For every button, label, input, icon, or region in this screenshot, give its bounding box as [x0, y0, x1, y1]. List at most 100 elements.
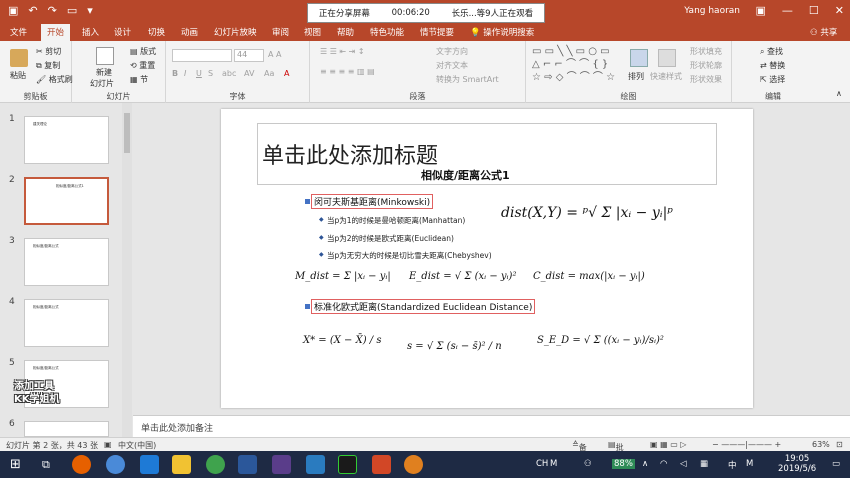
app-l-icon[interactable]	[106, 455, 125, 474]
font-color-icon[interactable]: A	[284, 69, 289, 78]
tab-help[interactable]: 帮助	[337, 26, 354, 38]
quick-styles-icon[interactable]	[658, 49, 676, 67]
tab-animations[interactable]: 动画	[181, 26, 198, 38]
slide-thumbnail-6[interactable]	[24, 421, 109, 437]
network-icon[interactable]: ▦	[700, 459, 708, 469]
pycharm-icon[interactable]	[338, 455, 357, 474]
zoom-slider[interactable]: − ———|——— +	[712, 440, 781, 449]
paste-icon[interactable]	[10, 49, 28, 67]
tab-home[interactable]: 开始	[41, 24, 71, 41]
ribbon-options-icon[interactable]: ▣	[756, 4, 766, 17]
wifi-icon[interactable]: ◠	[660, 459, 667, 469]
spellcheck-icon[interactable]: ▣	[104, 440, 112, 449]
tab-insert[interactable]: 插入	[82, 26, 99, 38]
edge-icon[interactable]	[140, 455, 159, 474]
new-slide-button[interactable]: 新建	[96, 67, 112, 78]
cut-button[interactable]: ✂ 剪切	[36, 46, 61, 57]
align-text-button[interactable]: 对齐文本	[436, 60, 468, 71]
file-explorer-icon[interactable]	[172, 455, 191, 474]
bullets-icon[interactable]: ☰ ☰ ⇤ ⇥ ↕	[320, 47, 365, 56]
slide-thumbnail-3[interactable]: 相似度/距离公式	[24, 238, 109, 286]
comments-toggle[interactable]: ▤ 批注	[608, 440, 624, 463]
notes-pane[interactable]: 单击此处添加备注	[133, 415, 850, 437]
scroll-thumb[interactable]	[124, 113, 130, 153]
app-purple-icon[interactable]	[272, 455, 291, 474]
strike-icon[interactable]: abc	[222, 69, 236, 78]
redo-icon[interactable]: ↷	[48, 4, 57, 17]
paste-button[interactable]: 粘贴	[10, 70, 26, 81]
maximize-icon[interactable]: ☐	[809, 4, 819, 17]
italic-icon[interactable]: I	[184, 69, 186, 78]
slide-thumbnail-4[interactable]: 相似度/距离公式	[24, 299, 109, 347]
replace-button[interactable]: ⇄ 替换	[760, 60, 785, 71]
arrange-icon[interactable]	[630, 49, 648, 67]
quick-styles-button[interactable]: 快速样式	[650, 71, 682, 82]
slide-thumbnail-2[interactable]: 相似度/距离公式1	[24, 177, 109, 225]
collapse-ribbon-icon[interactable]: ∧	[836, 89, 842, 98]
shape-fill-button[interactable]: 形状填充	[690, 46, 722, 57]
ime-mode-icon[interactable]: M	[746, 459, 753, 469]
close-icon[interactable]: ✕	[835, 4, 844, 17]
tray-arrow-icon[interactable]: ∧	[642, 459, 648, 469]
firefox-icon[interactable]	[72, 455, 91, 474]
clock[interactable]: 19:05 2019/5/6	[778, 454, 816, 474]
grow-font-icon[interactable]: A A	[268, 50, 282, 59]
tab-review[interactable]: 审阅	[272, 26, 289, 38]
chrome-icon[interactable]	[206, 455, 225, 474]
notes-toggle[interactable]: ≙ 备注	[572, 440, 587, 463]
thumbnails-scrollbar[interactable]	[122, 103, 132, 437]
user-name[interactable]: Yang haoran	[684, 6, 740, 16]
spacing-icon[interactable]: AV	[244, 69, 254, 78]
windows-start-icon[interactable]: ⊞	[10, 457, 21, 472]
find-button[interactable]: ⌕ 查找	[760, 46, 783, 57]
copy-button[interactable]: ⧉ 复制	[36, 60, 60, 71]
underline-icon[interactable]: U	[196, 69, 202, 78]
tab-features[interactable]: 特色功能	[370, 26, 404, 38]
view-buttons[interactable]: ▣ ▦ ▭ ▷	[650, 440, 686, 449]
new-slide-icon[interactable]	[96, 47, 114, 65]
people-icon[interactable]: ⚇	[584, 459, 592, 469]
slide-thumbnail-1[interactable]: 建关理论	[24, 116, 109, 164]
ime-icon[interactable]: M	[550, 459, 557, 469]
tab-view[interactable]: 视图	[304, 26, 321, 38]
language-tray[interactable]: 中	[728, 459, 737, 471]
app-blue-icon[interactable]	[306, 455, 325, 474]
customize-icon[interactable]: ▾	[87, 4, 93, 17]
smartart-button[interactable]: 转换为 SmartArt	[436, 74, 499, 85]
current-slide[interactable]: 单击此处添加标题 相似度/距离公式1 闵可夫斯基距离(Minkowski) ◆ …	[221, 109, 753, 408]
battery-indicator[interactable]: 88%	[612, 459, 635, 469]
tell-me-search[interactable]: 💡 操作说明搜索	[470, 26, 534, 38]
arrange-button[interactable]: 排列	[628, 71, 644, 82]
undo-icon[interactable]: ↶	[28, 4, 37, 17]
language-indicator[interactable]: 中文(中国)	[118, 440, 156, 451]
bold-icon[interactable]: B	[172, 69, 178, 78]
tab-design[interactable]: 设计	[114, 26, 131, 38]
save-icon[interactable]: ▣	[8, 4, 18, 17]
font-name-combo[interactable]	[172, 49, 232, 62]
select-button[interactable]: ⇱ 选择	[760, 74, 785, 85]
layout-button[interactable]: ▤ 版式	[130, 46, 156, 57]
format-painter-button[interactable]: 🖌 格式刷	[36, 74, 73, 85]
fit-slide-icon[interactable]: ⊡	[836, 440, 843, 449]
present-icon[interactable]: ▭	[67, 4, 77, 17]
notifications-icon[interactable]: ▭	[832, 459, 840, 469]
ime-indicator[interactable]: CH	[536, 459, 548, 469]
align-icon[interactable]: ≡ ≡ ≡ ≡ ▥ ▤	[320, 67, 375, 76]
section-button[interactable]: ▦ 节	[130, 74, 148, 85]
powerpoint-icon[interactable]	[372, 455, 391, 474]
minimize-icon[interactable]: —	[782, 4, 793, 17]
share-button[interactable]: ⚇ 共享	[810, 26, 837, 38]
case-icon[interactable]: Aa	[264, 69, 274, 78]
tab-slideshow[interactable]: 幻灯片放映	[214, 26, 257, 38]
tab-transitions[interactable]: 切换	[148, 26, 165, 38]
word-icon[interactable]	[238, 455, 257, 474]
tab-storyboard[interactable]: 情节提要	[420, 26, 454, 38]
shape-outline-button[interactable]: 形状轮廓	[690, 60, 722, 71]
volume-icon[interactable]: ◁	[680, 459, 687, 469]
tab-file[interactable]: 文件	[10, 26, 27, 38]
zoom-level[interactable]: 63%	[812, 440, 830, 449]
shape-effects-button[interactable]: 形状效果	[690, 74, 722, 85]
text-direction-button[interactable]: 文字方向	[436, 46, 468, 57]
shapes-gallery[interactable]: ▭ ▭ ╲ ╲ ▭ ○ ▭ △ ⌐ ⌐ ⌒ ⌒ { } ☆ ⇨ ◇ ⌒ ⌒ ⌒ ☆	[532, 45, 615, 84]
task-view-icon[interactable]: ⧉	[42, 458, 50, 472]
